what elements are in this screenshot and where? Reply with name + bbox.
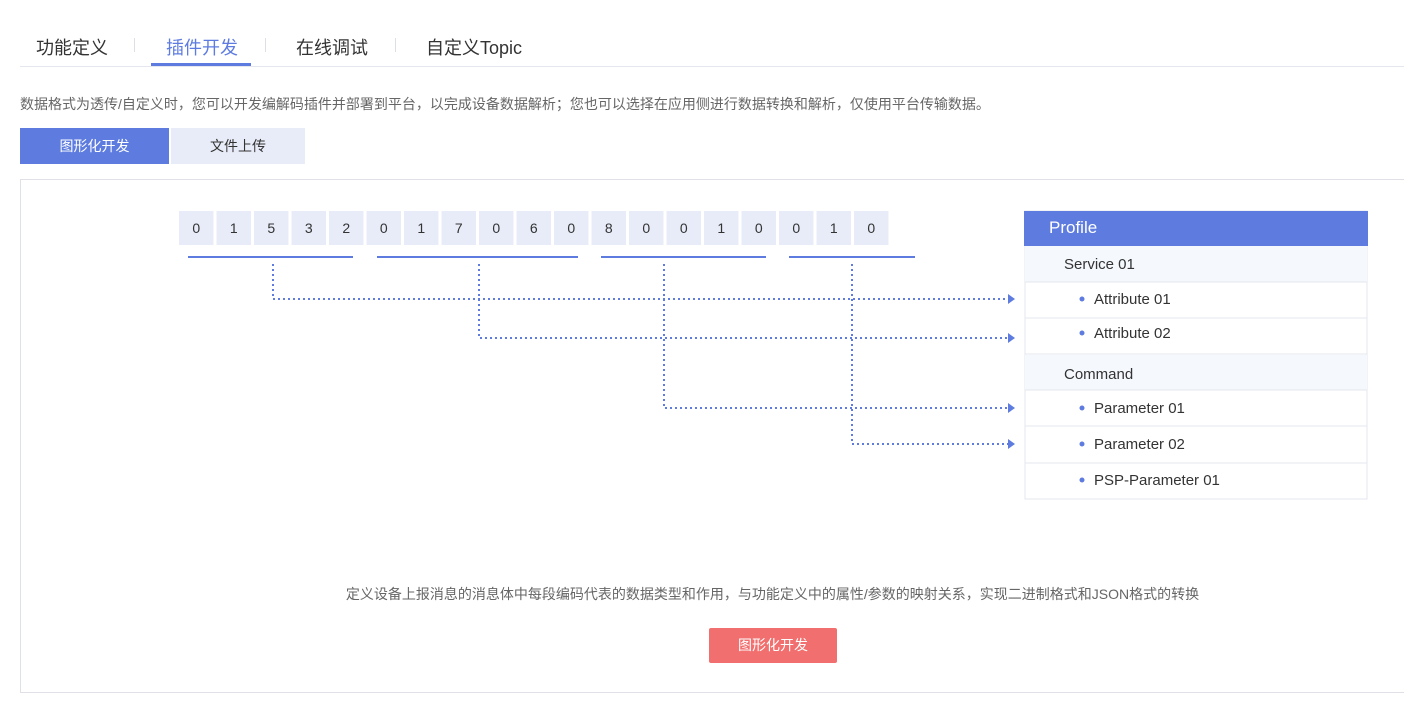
byte-value: 0 bbox=[792, 220, 800, 236]
byte-value: 0 bbox=[192, 220, 200, 236]
byte-value: 0 bbox=[642, 220, 650, 236]
byte-value: 0 bbox=[380, 220, 388, 236]
bullet-icon bbox=[1079, 441, 1085, 447]
connector-line bbox=[478, 264, 1008, 339]
byte-sequence: 0 1 5 3 2 0 1 7 0 6 0 8 0 0 1 0 0 1 0 bbox=[179, 211, 889, 245]
connector-line bbox=[272, 264, 1008, 300]
arrow-right-icon bbox=[1008, 439, 1015, 449]
profile-psp-parameter-1: PSP-Parameter 01 bbox=[1094, 472, 1220, 489]
profile-parameter-1: Parameter 01 bbox=[1094, 400, 1185, 417]
profile-attribute-1: Attribute 01 bbox=[1094, 291, 1171, 308]
arrow-right-icon bbox=[1008, 403, 1015, 413]
bullet-icon bbox=[1079, 405, 1085, 411]
bullet-icon bbox=[1079, 330, 1085, 336]
byte-value: 0 bbox=[867, 220, 875, 236]
byte-value: 7 bbox=[455, 220, 463, 236]
profile-service-label: Service 01 bbox=[1064, 256, 1135, 273]
panel-caption: 定义设备上报消息的消息体中每段编码代表的数据类型和作用，与功能定义中的属性/参数… bbox=[345, 586, 1200, 602]
profile-card: Profile Service 01 Attribute 01 Attribut… bbox=[1024, 210, 1368, 500]
byte-value: 3 bbox=[305, 220, 313, 236]
byte-value: 1 bbox=[830, 220, 838, 236]
byte-value: 6 bbox=[530, 220, 538, 236]
byte-value: 0 bbox=[567, 220, 575, 236]
byte-value: 1 bbox=[230, 220, 238, 236]
start-graphical-development-button[interactable]: 图形化开发 bbox=[709, 628, 837, 663]
mapping-connectors bbox=[272, 264, 1008, 445]
bullet-icon bbox=[1079, 477, 1085, 483]
connector-line bbox=[851, 264, 1008, 445]
byte-value: 8 bbox=[605, 220, 613, 236]
byte-value: 5 bbox=[267, 220, 275, 236]
codec-mapping-diagram: 0 1 5 3 2 0 1 7 0 6 0 8 0 0 1 0 0 1 0 Profile Service 01 A… bbox=[179, 210, 1368, 500]
byte-value: 0 bbox=[492, 220, 500, 236]
bullet-icon bbox=[1079, 296, 1085, 302]
byte-value: 1 bbox=[717, 220, 725, 236]
byte-value: 1 bbox=[417, 220, 425, 236]
profile-title: Profile bbox=[1049, 218, 1097, 237]
arrow-right-icon bbox=[1008, 294, 1015, 304]
connector-arrowheads bbox=[1008, 294, 1015, 449]
byte-value: 0 bbox=[755, 220, 763, 236]
arrow-right-icon bbox=[1008, 333, 1015, 343]
profile-parameter-2: Parameter 02 bbox=[1094, 436, 1185, 453]
connector-line bbox=[663, 264, 1008, 409]
profile-command-label: Command bbox=[1064, 366, 1133, 383]
byte-value: 0 bbox=[680, 220, 688, 236]
byte-value: 2 bbox=[342, 220, 350, 236]
profile-attribute-2: Attribute 02 bbox=[1094, 325, 1171, 342]
